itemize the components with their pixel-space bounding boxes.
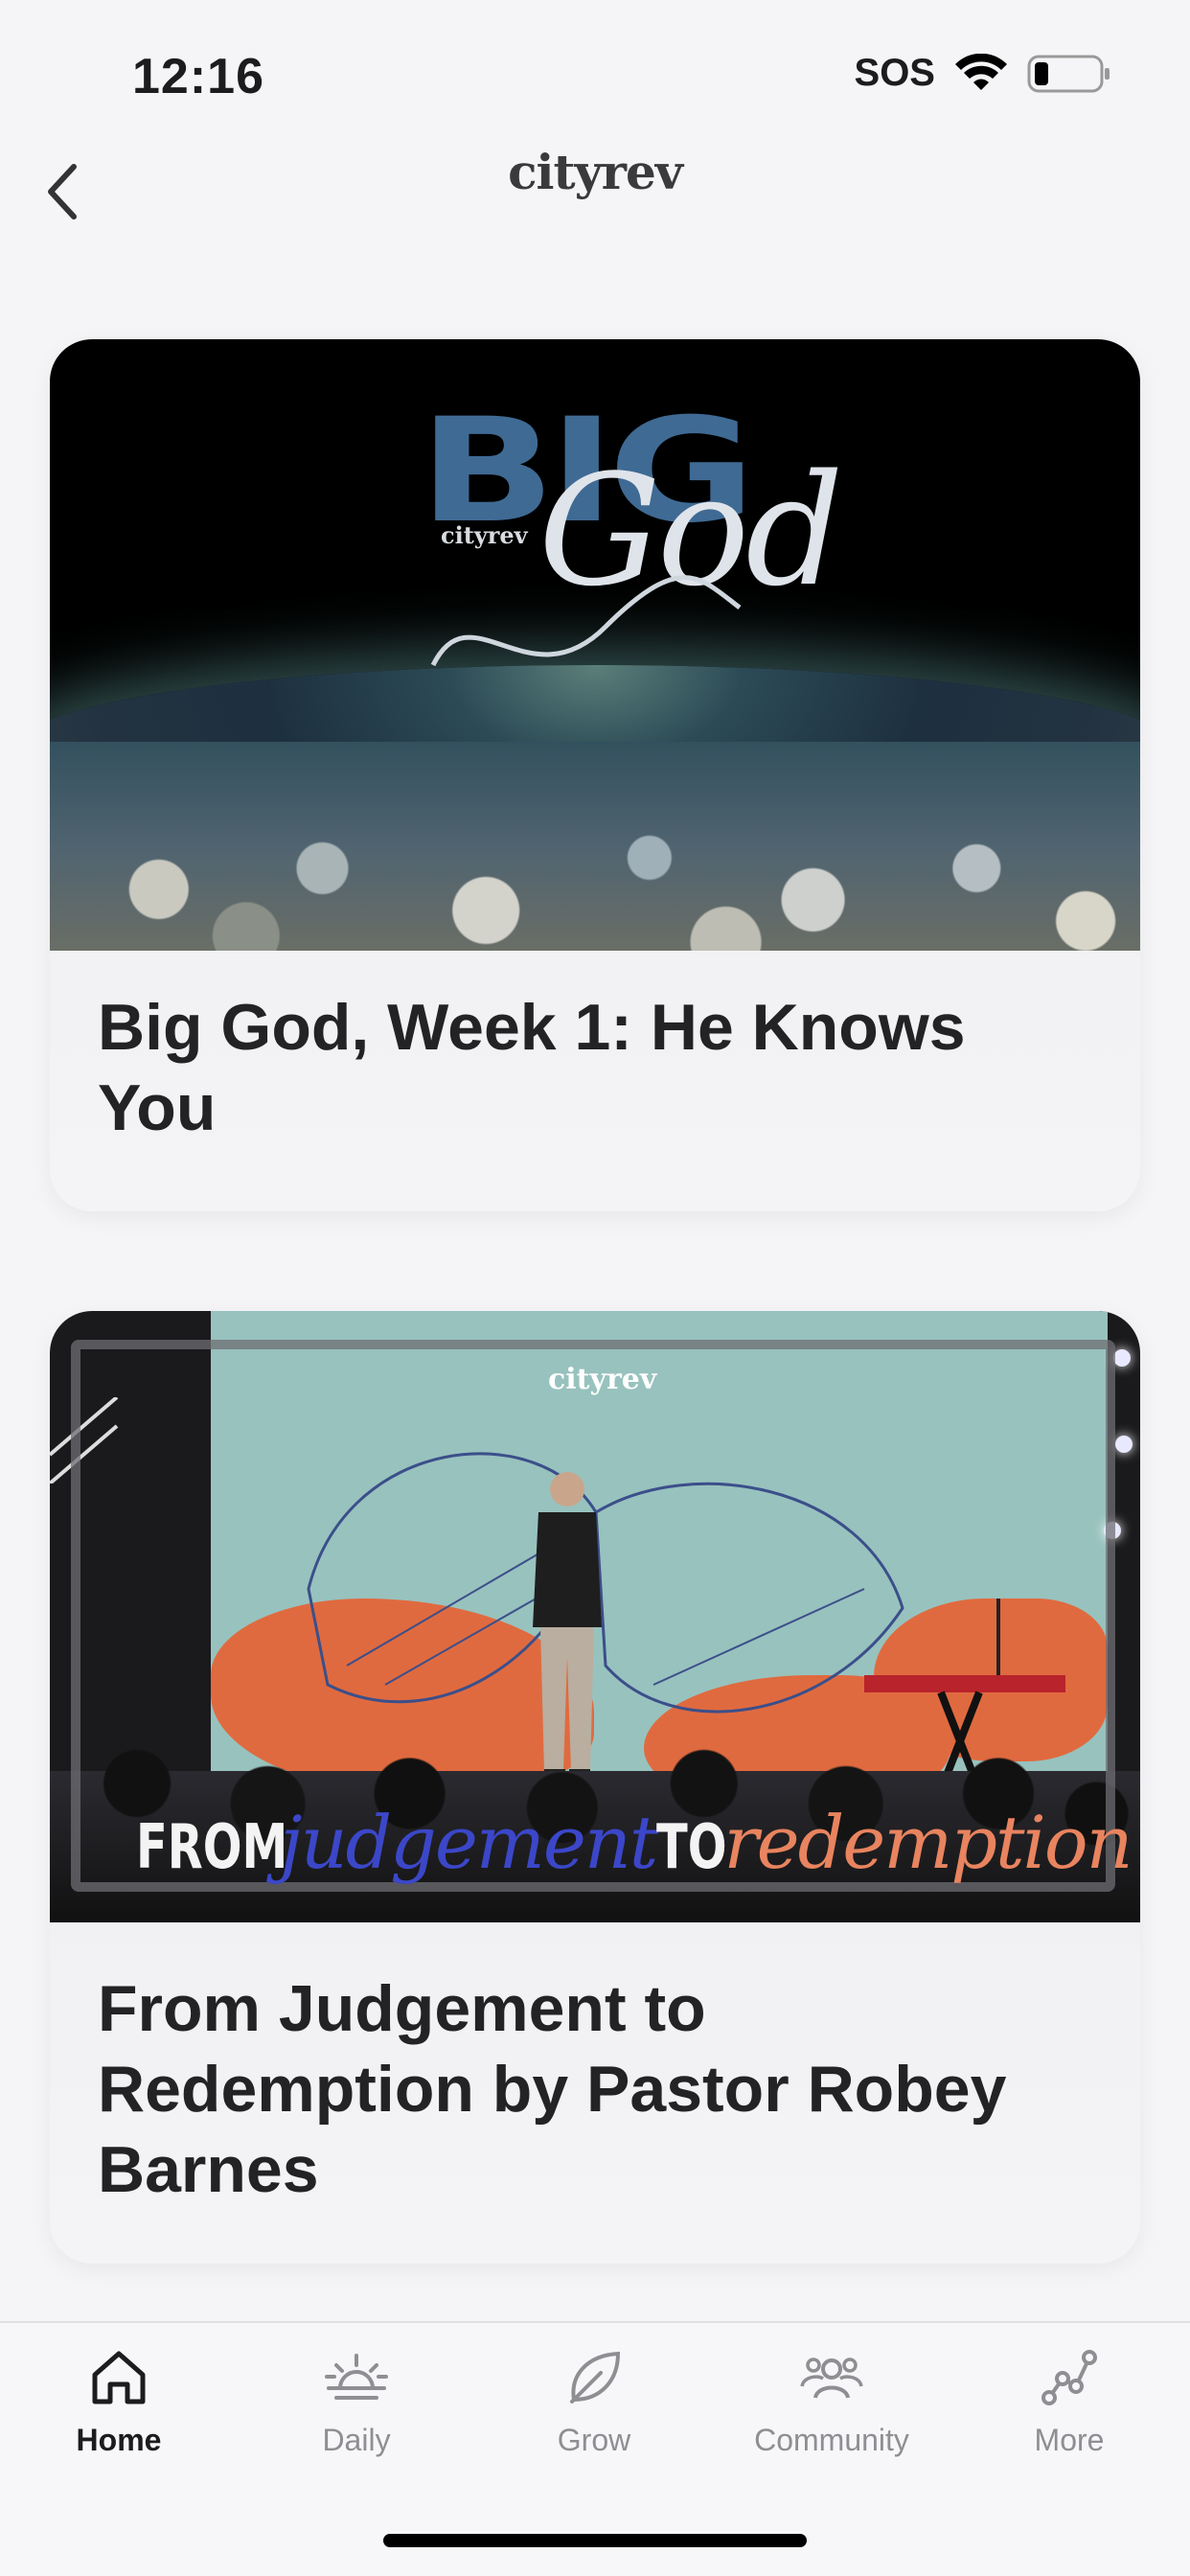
tab-daily[interactable]: Daily <box>261 2346 452 2480</box>
battery-icon <box>1027 55 1110 92</box>
leaf-icon <box>570 2351 621 2404</box>
wifi-icon <box>955 53 1007 90</box>
sermon-thumbnail: cityrev FROM judgement TO redemption <box>50 1311 1140 1922</box>
status-indicators: SOS <box>855 52 1111 95</box>
status-time: 12:16 <box>132 49 264 104</box>
home-indicator[interactable] <box>383 2534 807 2547</box>
status-bar: 12:16 SOS <box>0 0 1190 153</box>
sermon-thumbnail: BIG cityrev God <box>50 339 1140 951</box>
tab-grow[interactable]: Grow <box>498 2346 690 2480</box>
sermon-card[interactable]: cityrev FROM judgement TO redemption Fro… <box>50 1311 1140 2264</box>
app-screen: 12:16 SOS cityrev BIG cityrev God Big Go… <box>0 0 1190 2576</box>
tab-home[interactable]: Home <box>23 2346 215 2480</box>
clouds <box>50 742 1140 951</box>
thumbnail-logo: cityrev <box>441 521 528 549</box>
sermon-title: From Judgement to Redemption by Pastor R… <box>98 1972 1007 2206</box>
sermon-card[interactable]: BIG cityrev God Big God, Week 1: He Know… <box>50 339 1140 1211</box>
sermon-title: Big God, Week 1: He Knows You <box>98 991 966 1144</box>
script-swirl <box>430 575 742 667</box>
people-icon <box>800 2358 863 2399</box>
tab-more[interactable]: More <box>973 2346 1165 2480</box>
sos-indicator: SOS <box>854 52 935 94</box>
home-icon <box>92 2351 146 2404</box>
thumbnail-title-art: FROM judgement TO redemption <box>136 1800 1133 1885</box>
brand-logo: cityrev <box>508 144 683 200</box>
nodes-icon <box>1041 2350 1097 2405</box>
sunrise-icon <box>325 2354 388 2400</box>
tab-community[interactable]: Community <box>736 2346 927 2480</box>
